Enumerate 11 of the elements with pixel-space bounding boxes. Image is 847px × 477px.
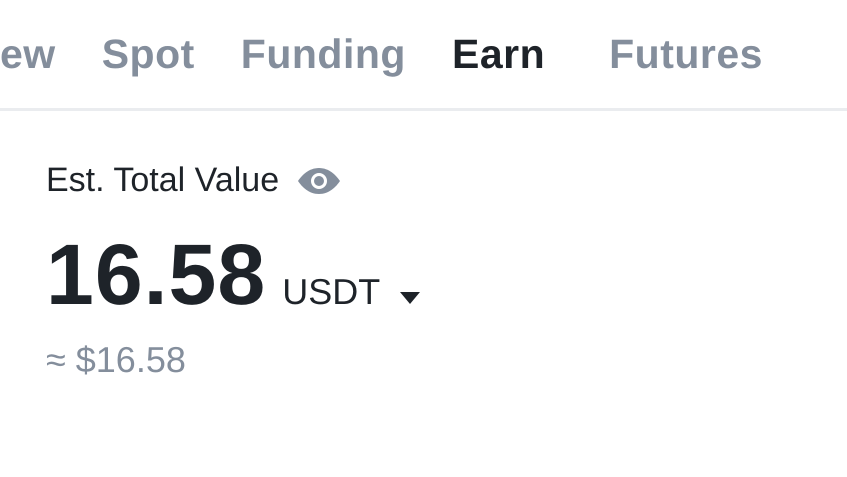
- currency-selector[interactable]: USDT: [282, 271, 380, 313]
- tab[interactable]: ew: [0, 30, 56, 78]
- eye-icon[interactable]: [297, 166, 342, 196]
- fiat-value: ≈ $16.58: [46, 339, 186, 381]
- tab[interactable]: Futures: [609, 30, 763, 78]
- balance-amount: 16.58: [46, 226, 266, 325]
- tab[interactable]: Spot: [102, 30, 195, 78]
- total-value-label: Est. Total Value: [46, 161, 280, 200]
- caret-icon[interactable]: [400, 292, 420, 304]
- tab[interactable]: Funding: [240, 30, 406, 78]
- tab[interactable]: Earn: [452, 30, 546, 78]
